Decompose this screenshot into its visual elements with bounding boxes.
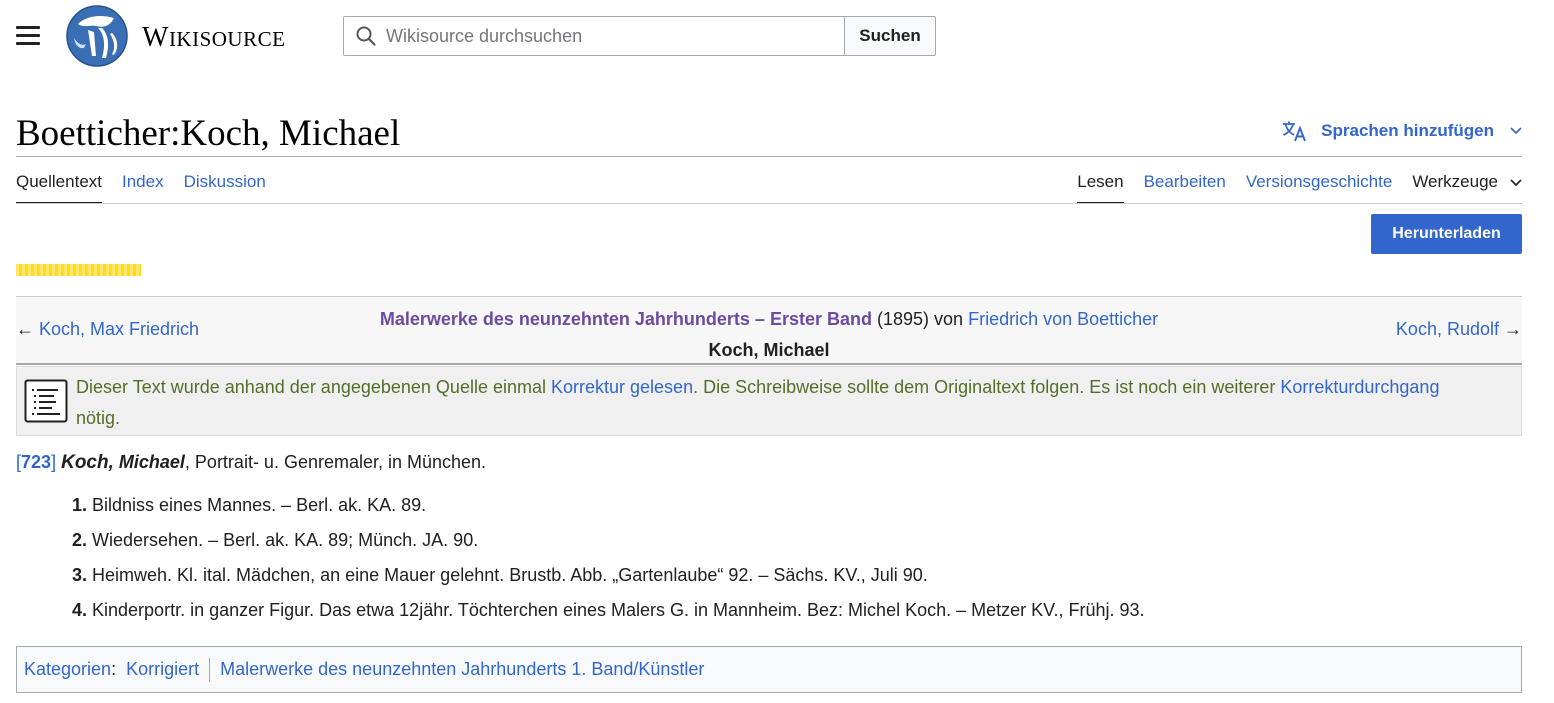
translate-icon <box>1283 121 1307 142</box>
work-header-center: Malerwerke des neunzehnten Jahrhunderts … <box>16 304 1522 366</box>
list-item: 4. Kinderportr. in ganzer Figur. Das etwa… <box>72 598 1145 633</box>
download-button[interactable]: Herunterladen <box>1371 214 1522 254</box>
proofread-notice: Dieser Text wurde anhand der angegebenen… <box>16 366 1522 436</box>
chevron-down-icon <box>1510 178 1522 186</box>
item-text: Heimweh. Kl. ital. Mädchen, an eine Maue… <box>92 565 928 585</box>
work-title-link[interactable]: Malerwerke des neunzehnten Jahrhunderts … <box>380 309 872 329</box>
work-header-box: ← Koch, Max Friedrich Malerwerke des neu… <box>16 296 1522 365</box>
proofread-link[interactable]: Korrektur gelesen <box>551 377 693 397</box>
proofread-pass-link[interactable]: Korrekturdurchgang <box>1280 377 1439 397</box>
wordmark-initial: W <box>142 22 169 53</box>
item-number: 4. <box>72 600 88 620</box>
tools-menu-label: Werkzeuge <box>1412 172 1498 191</box>
list-item: 1. Bildniss eines Mannes. – Berl. ak. KA.… <box>72 493 1145 528</box>
tab-quellentext[interactable]: Quellentext <box>16 172 102 204</box>
item-text: Wiedersehen. – Berl. ak. KA. 89; Münch. … <box>92 530 479 550</box>
search-input[interactable] <box>386 25 826 47</box>
artist-name: Koch, Michael <box>61 452 185 473</box>
categories-colon: : <box>111 659 117 679</box>
notice-text: Dieser Text wurde anhand der angegebenen… <box>76 372 1515 434</box>
artist-surname: Koch, <box>61 452 114 473</box>
right-arrow-icon: → <box>1504 319 1522 339</box>
tab-index[interactable]: Index <box>122 172 164 204</box>
site-wordmark[interactable]: WIKISOURCE <box>142 22 285 54</box>
next-entry-link[interactable]: Koch, Rudolf <box>1396 319 1499 339</box>
author-link[interactable]: Friedrich von Boetticher <box>968 309 1158 329</box>
add-languages-label: Sprachen hinzufügen <box>1321 121 1494 140</box>
works-list: 1. Bildniss eines Mannes. – Berl. ak. KA.… <box>72 493 1145 633</box>
category-link-kuenstler[interactable]: Malerwerke des neunzehnten Jahrhunderts … <box>220 659 704 680</box>
entry-lemma: Koch, Michael <box>708 340 830 360</box>
notice-part-1: Dieser Text wurde anhand der angegebenen… <box>76 377 551 397</box>
wikisource-logo[interactable] <box>66 4 128 68</box>
item-number: 2. <box>72 530 88 550</box>
categories-box: Kategorien: Korrigiert Malerwerke des ne… <box>16 646 1522 693</box>
entry-heading: [723] Koch, Michael, Portrait- u. Genrem… <box>16 452 486 474</box>
search-icon <box>356 26 376 46</box>
main-menu-icon[interactable] <box>16 26 40 46</box>
work-year: (1895) von <box>877 309 964 329</box>
item-number: 1. <box>72 495 88 515</box>
tab-lesen[interactable]: Lesen <box>1077 172 1124 204</box>
proofread-quality-bar <box>16 264 141 276</box>
category-link-korrigiert[interactable]: Korrigiert <box>126 659 199 680</box>
chevron-down-icon <box>1510 127 1522 135</box>
tab-bearbeiten[interactable]: Bearbeiten <box>1144 172 1226 204</box>
search-box[interactable] <box>343 16 845 56</box>
title-divider <box>16 156 1522 157</box>
tabs-divider <box>16 203 1522 204</box>
document-icon <box>24 379 68 423</box>
list-item: 2. Wiedersehen. – Berl. ak. KA. 89; Münch… <box>72 528 1145 563</box>
notice-part-3: nötig. <box>76 408 121 428</box>
tab-diskussion[interactable]: Diskussion <box>184 172 266 204</box>
item-text: Bildniss eines Mannes. – Berl. ak. KA. 8… <box>92 495 427 515</box>
artist-forename: Michael <box>118 452 185 472</box>
list-item: 3. Heimweh. Kl. ital. Mädchen, an eine Ma… <box>72 563 1145 598</box>
namespace-tabs: Quellentext Index Diskussion <box>16 172 286 204</box>
item-text: Kinderportr. in ganzer Figur. Das etwa 1… <box>92 600 1145 620</box>
search-form: Suchen <box>343 16 936 56</box>
notice-part-2: . Die Schreibweise sollte dem Originalte… <box>693 377 1281 397</box>
wordmark-rest: IKISOURCE <box>168 27 286 51</box>
tools-menu[interactable]: Werkzeuge <box>1412 172 1522 204</box>
page-bracket-close: ] <box>51 452 57 472</box>
next-entry: Koch, Rudolf → <box>1396 319 1522 340</box>
page-title: Boetticher:Koch, Michael <box>16 113 401 154</box>
page-number-link[interactable]: 723 <box>21 452 51 472</box>
search-button[interactable]: Suchen <box>845 16 936 56</box>
tab-versionsgeschichte[interactable]: Versionsgeschichte <box>1246 172 1392 204</box>
artist-description: , Portrait- u. Genremaler, in München. <box>184 452 487 472</box>
item-number: 3. <box>72 565 88 585</box>
categories-label-link[interactable]: Kategorien <box>24 659 111 680</box>
add-languages-button[interactable]: Sprachen hinzufügen <box>1281 120 1522 142</box>
category-separator <box>209 657 211 682</box>
view-tabs: Lesen Bearbeiten Versionsgeschichte Werk… <box>1057 172 1522 204</box>
